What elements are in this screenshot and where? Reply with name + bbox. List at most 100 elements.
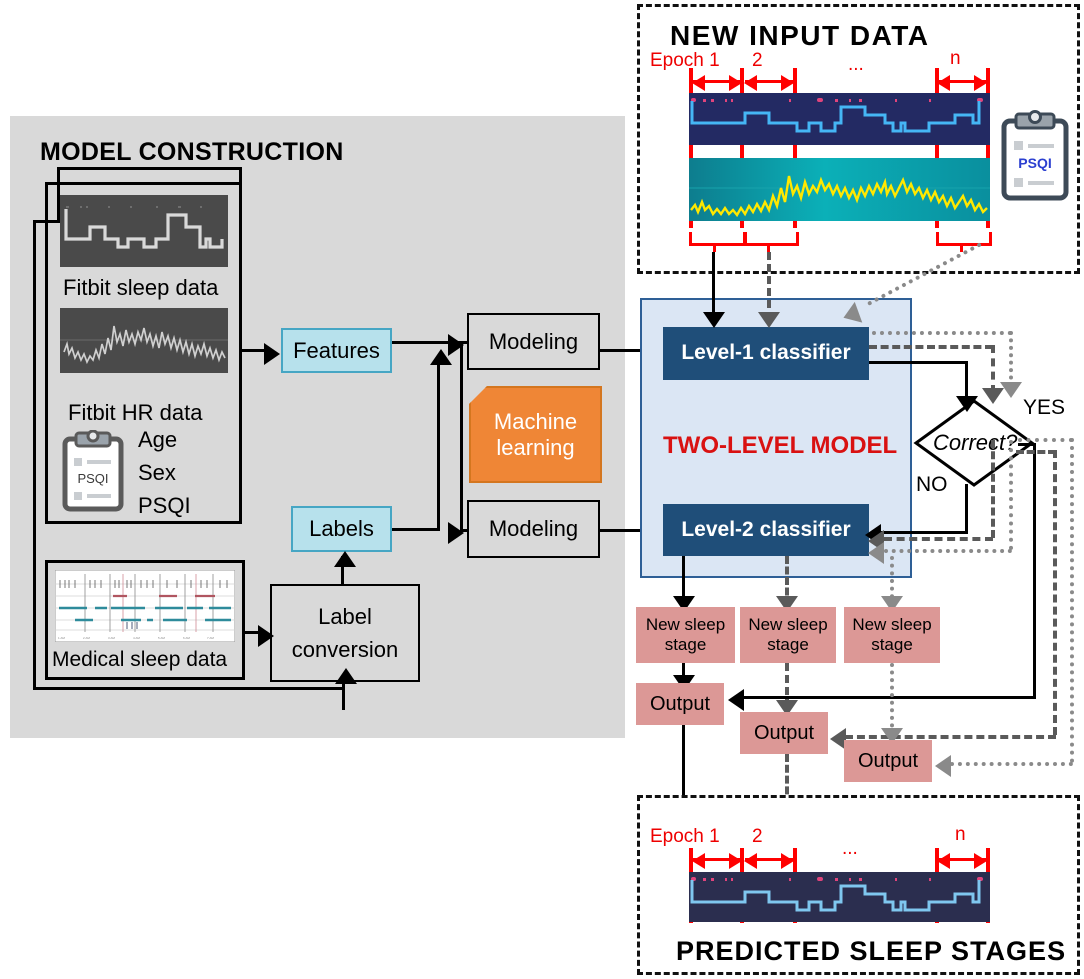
new-input-epoch-arrow-2 bbox=[744, 75, 794, 91]
stage-3-line1: New sleep bbox=[852, 615, 932, 635]
solid-no-branch-h bbox=[878, 531, 968, 534]
arrowhead-modeling-bottom bbox=[448, 522, 464, 544]
arrowhead-feedback-labelconv bbox=[335, 668, 357, 684]
arrowhead-solid-diamond bbox=[956, 396, 978, 412]
level2-classifier-box[interactable]: Level-2 classifier bbox=[663, 504, 869, 556]
output-box-3[interactable]: Output bbox=[844, 740, 932, 782]
new-input-epoch-arrow-1 bbox=[692, 75, 742, 91]
dotted-yes-v bbox=[1070, 438, 1074, 763]
correct-decision-label: Correct? bbox=[933, 430, 1018, 455]
arrowhead-solid-into-level1 bbox=[703, 312, 725, 328]
new-input-epoch-last-label: n bbox=[950, 48, 961, 69]
new-input-brace-2-stem bbox=[767, 243, 770, 252]
fitbit-sleep-thumbnail bbox=[60, 195, 228, 267]
demographic-sex: Sex bbox=[138, 460, 176, 485]
svg-text:5 AM: 5 AM bbox=[158, 636, 165, 640]
level2-classifier-label: Level-2 classifier bbox=[681, 517, 851, 541]
labels-out-v bbox=[437, 364, 440, 530]
svg-text:1 AM: 1 AM bbox=[58, 636, 65, 640]
stage-2-line1: New sleep bbox=[748, 615, 828, 635]
medical-sleep-label: Medical sleep data bbox=[52, 648, 228, 671]
arrowhead-solid-yes-output1 bbox=[728, 689, 744, 711]
predicted-epoch-arrow-2 bbox=[744, 853, 794, 869]
arrowhead-fitbit-features bbox=[264, 343, 280, 365]
solid-yes-top-h bbox=[1018, 443, 1036, 446]
predicted-epoch-second-label: 2 bbox=[752, 826, 763, 847]
diagram-canvas: MODEL CONSTRUCTION Fitbit sleep data Fit… bbox=[0, 0, 1084, 979]
level1-classifier-box[interactable]: Level-1 classifier bbox=[663, 327, 869, 380]
new-input-brace-n bbox=[936, 232, 992, 246]
arrowhead-dotted-into-level2 bbox=[868, 542, 884, 564]
labels-label: Labels bbox=[309, 516, 374, 542]
stage-2-line2: stage bbox=[767, 635, 809, 654]
svg-text:6 AM: 6 AM bbox=[183, 636, 190, 640]
new-input-data-title: NEW INPUT DATA bbox=[670, 20, 930, 51]
new-input-psqi-clipboard-icon: PSQI bbox=[1000, 110, 1070, 202]
predicted-epoch-first-label: Epoch 1 bbox=[650, 826, 720, 847]
stage-1-line2: stage bbox=[664, 635, 707, 654]
output-box-1[interactable]: Output bbox=[636, 683, 724, 725]
feedback-top-stub bbox=[33, 220, 57, 223]
demographic-psqi: PSQI bbox=[138, 493, 191, 518]
predicted-sleep-stages-title: PREDICTED SLEEP STAGES bbox=[676, 936, 1067, 966]
dashed-input-down bbox=[767, 252, 771, 320]
machine-learning-line1: Machine bbox=[493, 409, 578, 435]
modeling-top-box[interactable]: Modeling bbox=[467, 313, 600, 370]
new-input-epoch-arrow-n bbox=[937, 75, 987, 91]
stage3-to-output3 bbox=[890, 663, 894, 735]
fitbit-sleep-label: Fitbit sleep data bbox=[63, 275, 219, 300]
new-sleep-stage-box-2[interactable]: New sleep stage bbox=[740, 607, 836, 663]
dashed-level1-out bbox=[869, 345, 993, 349]
svg-text:2 AM: 2 AM bbox=[83, 636, 90, 640]
new-input-epoch-second-label: 2 bbox=[752, 50, 763, 71]
dashed-yes-top-h bbox=[1016, 450, 1056, 454]
predicted-epoch-last-label: n bbox=[955, 824, 966, 845]
svg-text:PSQI: PSQI bbox=[77, 471, 108, 486]
new-input-hypnogram bbox=[689, 93, 990, 145]
dashed-no-down bbox=[991, 440, 995, 538]
output-2-label: Output bbox=[753, 721, 815, 744]
machine-learning-line2: learning bbox=[496, 434, 575, 460]
output-box-2[interactable]: Output bbox=[740, 712, 828, 754]
svg-text:4 AM: 4 AM bbox=[133, 636, 140, 640]
modeling-top-label: Modeling bbox=[488, 328, 579, 354]
new-input-brace-1-stem bbox=[713, 243, 716, 252]
dotted-no-h bbox=[884, 549, 1012, 553]
dashed-yes-bottom-h bbox=[845, 735, 1056, 739]
new-sleep-stage-box-3[interactable]: New sleep stage bbox=[844, 607, 940, 663]
dotted-yes-bottom-h bbox=[950, 762, 1073, 766]
yes-label: YES bbox=[1023, 396, 1066, 419]
machine-learning-box[interactable]: Machine learning bbox=[469, 386, 602, 483]
predicted-epoch-arrow-n bbox=[937, 853, 987, 869]
labels-box[interactable]: Labels bbox=[291, 506, 392, 552]
model-construction-title: MODEL CONSTRUCTION bbox=[40, 138, 344, 166]
dashed-to-diamond bbox=[991, 345, 995, 393]
dashed-yes-v bbox=[1053, 450, 1057, 735]
new-input-hr-signal bbox=[689, 158, 990, 221]
output-3-label: Output bbox=[857, 749, 919, 772]
modeling-bottom-box[interactable]: Modeling bbox=[467, 500, 600, 558]
svg-text:3 AM: 3 AM bbox=[108, 636, 115, 640]
features-box[interactable]: Features bbox=[281, 328, 392, 373]
new-input-brace-2 bbox=[744, 232, 799, 246]
feedback-bottom-rail bbox=[33, 687, 345, 690]
two-level-model-title: TWO-LEVEL MODEL bbox=[663, 432, 898, 459]
arrowhead-dotted-diamond bbox=[1000, 382, 1022, 398]
arrowhead-modeling-top bbox=[448, 334, 464, 356]
stage-1-line1: New sleep bbox=[645, 615, 726, 635]
arrowhead-dashed-into-level1 bbox=[758, 312, 780, 328]
solid-yes-v bbox=[1033, 443, 1036, 698]
modeling-bottom-label: Modeling bbox=[488, 516, 579, 542]
output-1-label: Output bbox=[649, 692, 711, 715]
psqi-clipboard-text: PSQI bbox=[1018, 155, 1051, 171]
arrowhead-labelconv-labels bbox=[334, 551, 356, 567]
new-input-epoch-first-label: Epoch 1 bbox=[650, 50, 720, 71]
dotted-to-diamond bbox=[1009, 331, 1013, 387]
fitbit-hr-thumbnail bbox=[60, 308, 228, 373]
dashed-no-h bbox=[884, 537, 993, 541]
feedback-left-vertical bbox=[33, 220, 36, 690]
fitbit-group-right-rail bbox=[239, 167, 242, 350]
arrowhead-medical-labelconv bbox=[258, 625, 274, 647]
new-sleep-stage-box-1[interactable]: New sleep stage bbox=[636, 607, 735, 663]
new-input-epoch-ellipsis: ... bbox=[848, 54, 864, 75]
